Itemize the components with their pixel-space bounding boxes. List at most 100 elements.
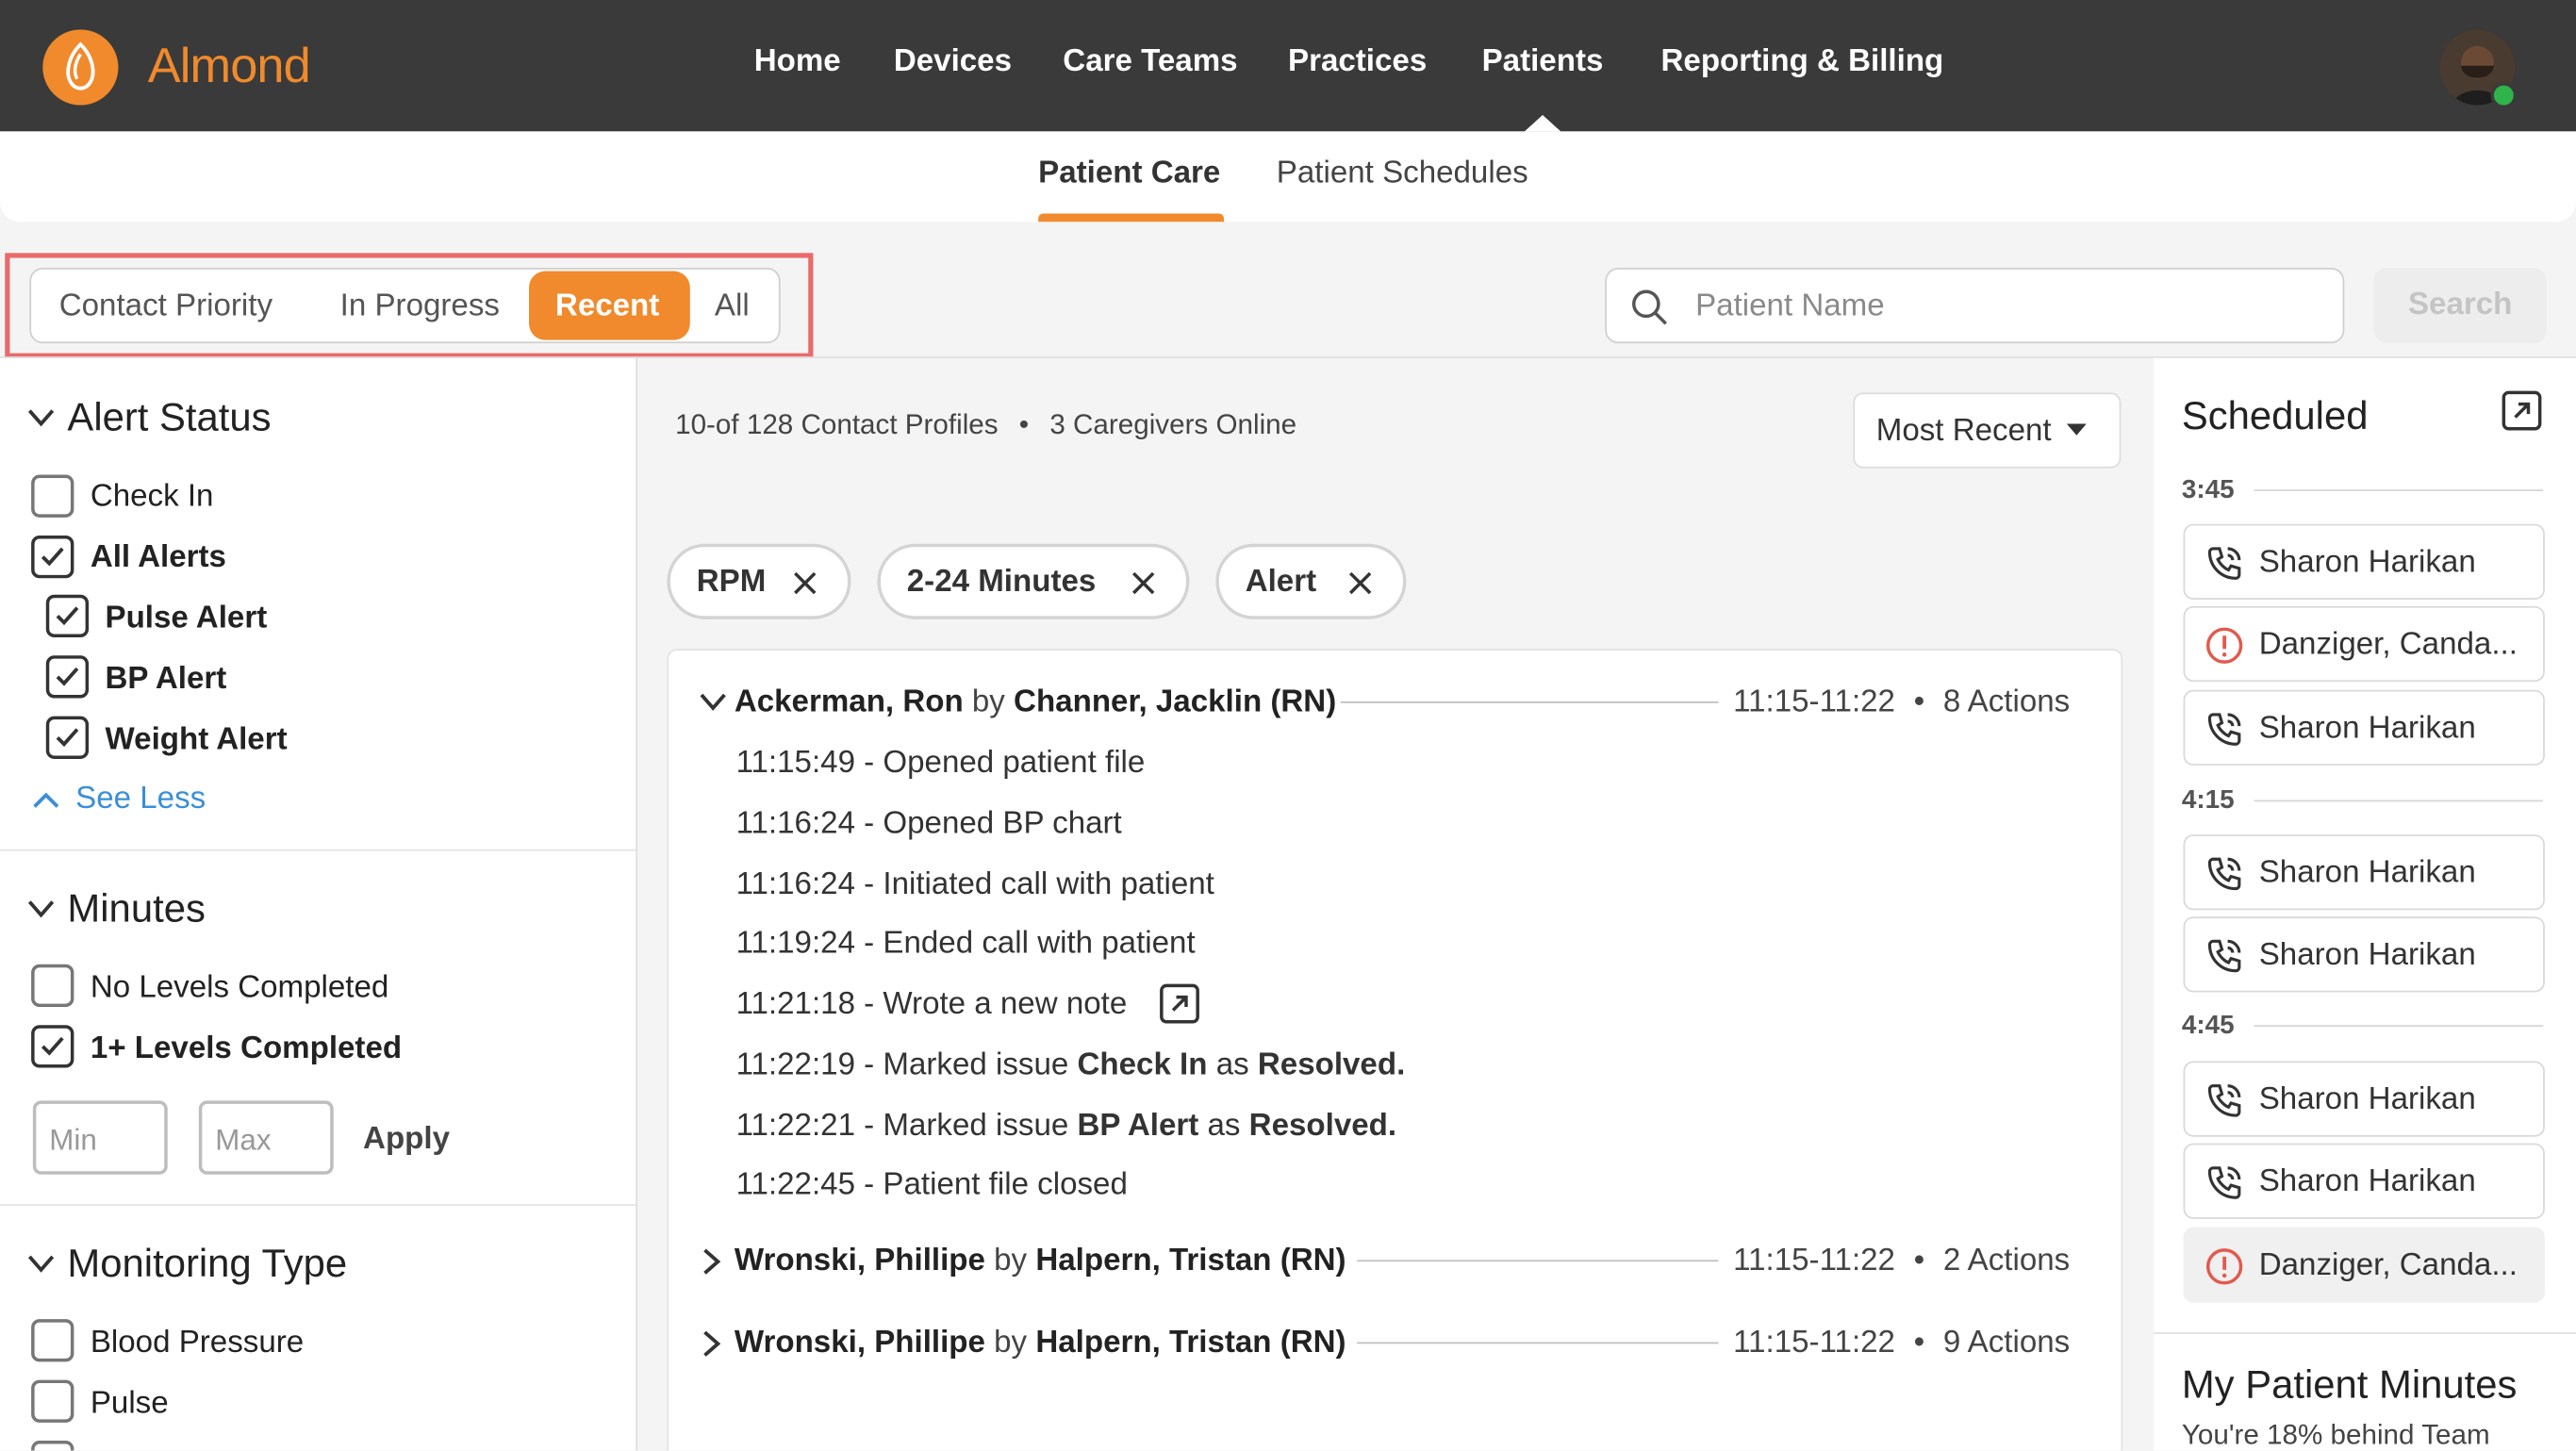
schedule-item[interactable]: Sharon Harikan: [2183, 834, 2545, 911]
checkbox-bp-alert[interactable]: [45, 655, 90, 699]
chip-label: RPM: [696, 565, 767, 600]
min-minutes-input[interactable]: Min: [32, 1100, 168, 1175]
checkbox-all-alerts[interactable]: [31, 536, 74, 579]
see-less-link[interactable]: See Less: [75, 782, 206, 817]
open-note-icon[interactable]: [1160, 983, 1199, 1024]
checkmark-icon: [56, 606, 79, 626]
results-summary: 10-of 128 Contact Profiles • 3 Caregiver…: [675, 409, 1296, 442]
log-time: 11:15-11:22: [1733, 684, 1895, 720]
patient-minutes-title: My Patient Minutes: [2181, 1363, 2518, 1409]
phone-call-icon: [2207, 713, 2241, 746]
checkbox-weight-alert[interactable]: [45, 716, 90, 759]
checkbox-levels-completed[interactable]: [31, 1025, 74, 1068]
section-divider: [0, 849, 638, 851]
nav-patients[interactable]: Patients: [1482, 44, 1604, 80]
nav-home[interactable]: Home: [754, 44, 841, 80]
log-header[interactable]: Wronski, Phillipe by Halpern, Tristan (R…: [735, 1244, 1346, 1279]
monitoring-type-title[interactable]: Monitoring Type: [67, 1242, 347, 1288]
chevron-down-icon[interactable]: [26, 1253, 56, 1273]
log-entry-text: 11:22:21 - Marked issue: [735, 1109, 1069, 1144]
filter-chip-alert: Alert: [1215, 543, 1407, 619]
log-entry: 11:19:24 - Ended call with patient: [735, 926, 1196, 962]
schedule-item[interactable]: Danziger, Canda...: [2183, 1227, 2545, 1303]
log-header[interactable]: Ackerman, Ron by Channer, Jacklin (RN): [735, 685, 1336, 721]
checkbox-label: Pulse Alert: [105, 601, 268, 636]
schedule-item[interactable]: Sharon Harikan: [2183, 523, 2545, 600]
checkbox-more[interactable]: [31, 1441, 74, 1451]
phone-call-icon: [2207, 939, 2241, 973]
filter-tab-recent-label: Recent: [554, 289, 660, 324]
checkbox-label: BP Alert: [105, 662, 227, 697]
schedule-patient-name: Danziger, Canda...: [2258, 1248, 2518, 1283]
log-by: by: [971, 684, 1005, 720]
checkbox-no-levels-completed[interactable]: [31, 964, 74, 1008]
chevron-down-icon[interactable]: [26, 899, 56, 918]
schedule-item[interactable]: Sharon Harikan: [2183, 689, 2545, 766]
chevron-right-icon[interactable]: [702, 1246, 721, 1276]
search-icon: [1632, 289, 1667, 325]
tab-patient-schedules[interactable]: Patient Schedules: [1277, 157, 1528, 192]
checkbox-pulse-alert[interactable]: [45, 594, 90, 638]
schedule-patient-name: Danziger, Canda...: [2258, 627, 2518, 663]
schedule-item[interactable]: Sharon Harikan: [2183, 916, 2545, 993]
chevron-right-icon[interactable]: [702, 1329, 721, 1359]
checkmark-icon: [41, 1036, 64, 1056]
chevron-down-icon[interactable]: [698, 692, 727, 712]
top-navbar: Almond Home Devices Care Teams Practices…: [0, 0, 2576, 132]
log-rule: [1357, 1342, 1719, 1344]
log-actions: 8 Actions: [1942, 684, 2071, 720]
phone-call-icon: [2207, 857, 2241, 891]
apply-button[interactable]: Apply: [363, 1122, 450, 1158]
schedule-item[interactable]: Sharon Harikan: [2183, 1143, 2545, 1219]
caregivers-online: 3 Caregivers Online: [1049, 408, 1297, 440]
log-header[interactable]: Wronski, Phillipe by Halpern, Tristan (R…: [735, 1326, 1346, 1361]
schedule-time: 4:15: [2181, 786, 2235, 816]
nav-devices[interactable]: Devices: [894, 44, 1012, 80]
schedule-patient-name: Sharon Harikan: [2258, 1082, 2476, 1117]
issue-status: Resolved.: [1257, 1047, 1406, 1083]
max-minutes-input[interactable]: Max: [198, 1100, 334, 1175]
phone-call-icon: [2207, 1084, 2241, 1117]
search-input[interactable]: Patient Name: [1605, 268, 2345, 344]
checkbox-label: 1+ Levels Completed: [90, 1031, 403, 1066]
log-entry-text: as: [1207, 1109, 1241, 1144]
log-entry: 11:15:49 - Opened patient file: [735, 746, 1146, 781]
profile-count: 10-of 128 Contact Profiles: [675, 408, 999, 440]
bullet-separator: •: [1913, 1326, 1925, 1360]
log-entry: 11:22:45 - Patient file closed: [735, 1167, 1128, 1203]
nav-reporting-billing[interactable]: Reporting & Billing: [1661, 44, 1944, 80]
filter-tab-all[interactable]: All: [715, 289, 750, 325]
filter-tab-recent-active[interactable]: Recent: [529, 271, 690, 340]
chip-label: Alert: [1245, 565, 1317, 600]
checkbox-blood-pressure[interactable]: [31, 1319, 74, 1362]
bullet-separator: •: [1913, 1243, 1925, 1278]
time-rule: [2254, 1025, 2544, 1027]
close-icon[interactable]: [1131, 570, 1157, 597]
close-icon[interactable]: [792, 570, 818, 597]
schedule-patient-name: Sharon Harikan: [2258, 545, 2476, 581]
tab-patient-care[interactable]: Patient Care: [1038, 157, 1220, 192]
search-button[interactable]: Search: [2373, 268, 2547, 344]
time-rule: [2254, 800, 2544, 802]
filter-tab-in-progress[interactable]: In Progress: [340, 289, 500, 325]
log-time: 11:15-11:22: [1733, 1243, 1895, 1278]
checkbox-label: Pulse: [90, 1386, 169, 1422]
chevron-down-icon[interactable]: [26, 407, 56, 427]
close-icon[interactable]: [1347, 570, 1374, 597]
minutes-title[interactable]: Minutes: [67, 887, 205, 933]
nav-practices[interactable]: Practices: [1288, 44, 1427, 80]
almond-logo-icon[interactable]: [42, 29, 119, 106]
sort-dropdown[interactable]: Most Recent: [1853, 392, 2122, 469]
schedule-item[interactable]: Danziger, Canda...: [2183, 605, 2545, 683]
checkbox-check-in[interactable]: [31, 474, 74, 518]
schedule-item[interactable]: Sharon Harikan: [2183, 1061, 2545, 1137]
brand-name[interactable]: Almond: [148, 40, 311, 95]
chevron-up-icon: [33, 792, 59, 808]
checkbox-pulse[interactable]: [31, 1379, 74, 1423]
alert-status-title[interactable]: Alert Status: [67, 396, 271, 442]
checkbox-label: Blood Pressure: [90, 1326, 305, 1360]
filter-tab-contact-priority[interactable]: Contact Priority: [59, 289, 272, 325]
schedule-time: 3:45: [2181, 476, 2235, 504]
nav-care-teams[interactable]: Care Teams: [1063, 44, 1237, 80]
expand-schedule-icon[interactable]: [2502, 390, 2542, 431]
